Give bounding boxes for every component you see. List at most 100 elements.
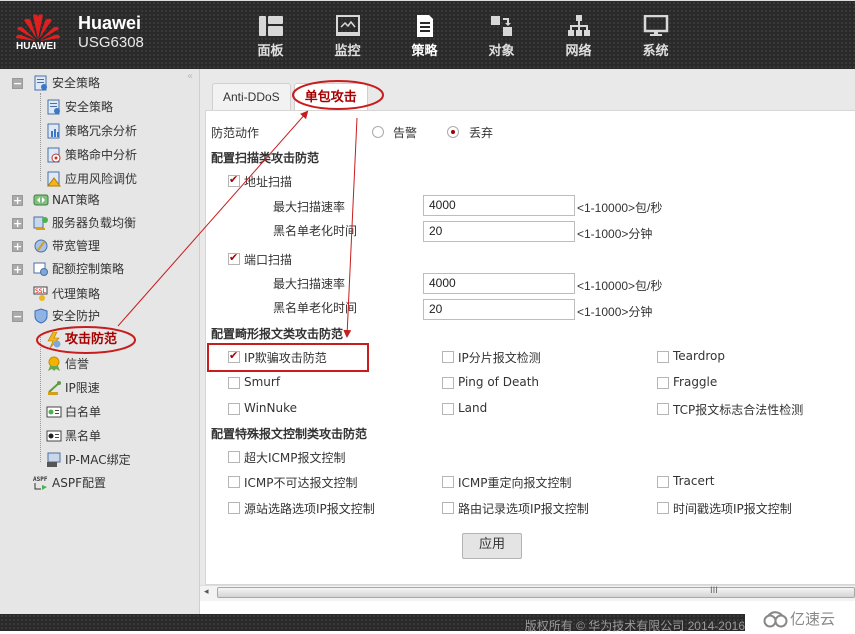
checkbox-icmp-redirect-label: ICMP重定向报文控制 [458, 476, 572, 490]
checkbox-ip-fragment[interactable] [442, 351, 454, 363]
apply-button[interactable]: 应用 [462, 533, 522, 559]
top-header: HUAWEI Huawei USG6308 面板 监控 策略 对象 网络 系统 [0, 0, 855, 69]
nav-object[interactable]: 对象 [463, 15, 540, 59]
sidebar-item-label: 策略命中分析 [65, 148, 138, 162]
sidebar-item-ip-mac-binding[interactable]: IP-MAC绑定 [46, 449, 131, 471]
radio-discard[interactable] [447, 126, 459, 138]
sidebar-item-blacklist[interactable]: 黑名单 [46, 425, 101, 447]
checkbox-teardrop-label: Teardrop [673, 349, 725, 363]
port-aging-input[interactable]: 20 [423, 299, 575, 320]
address-max-rate-range: <1-10000>包/秒 [577, 201, 663, 215]
sidebar-item-security-protection[interactable]: − 安全防护 [12, 305, 100, 327]
tab-anti-ddos[interactable]: Anti-DDoS [212, 83, 291, 110]
checkbox-tcp-flag-check[interactable] [657, 403, 669, 415]
nav-dashboard[interactable]: 面板 [232, 15, 309, 59]
checkbox-tracert-label: Tracert [673, 474, 715, 488]
address-max-rate-input[interactable]: 4000 [423, 195, 575, 216]
tab-single-packet-attack[interactable]: 单包攻击 [293, 83, 368, 110]
sidebar-item-label: ASPF配置 [52, 476, 106, 490]
collapse-icon[interactable]: − [12, 77, 23, 89]
address-aging-input[interactable]: 20 [423, 221, 575, 242]
checkbox-record-route[interactable] [442, 502, 454, 514]
sidebar-item-whitelist[interactable]: 白名单 [46, 401, 101, 423]
checkbox-fraggle[interactable] [657, 377, 669, 389]
nav-system[interactable]: 系统 [617, 15, 694, 59]
nav-network[interactable]: 网络 [540, 15, 617, 59]
policy-icon [33, 75, 49, 91]
checkbox-teardrop[interactable] [657, 351, 669, 363]
sidebar-item-label: 白名单 [65, 405, 102, 419]
collapse-icon[interactable]: − [12, 310, 23, 322]
checkbox-source-route-label: 源站选路选项IP报文控制 [244, 502, 375, 516]
sidebar-item-policy-hit[interactable]: 策略命中分析 [46, 144, 137, 166]
sidebar-tree: « − 安全策略 安全策略 策略冗余分析 策略命中分析 应用风险调优 + NAT… [0, 69, 200, 614]
sidebar-item-label: IP限速 [65, 381, 100, 395]
checkbox-ping-of-death[interactable] [442, 377, 454, 389]
checkbox-icmp-unreachable[interactable] [228, 476, 240, 488]
sidebar-item-attack-defense[interactable]: 攻击防范 [46, 329, 117, 351]
scrollbar-grip-icon: III [710, 586, 718, 596]
horizontal-scrollbar[interactable]: ◂ III [200, 585, 855, 601]
nav-monitor[interactable]: 监控 [309, 15, 386, 59]
address-scan-checkbox[interactable] [228, 173, 240, 187]
cloud-logo-icon [763, 610, 788, 627]
nav-policy[interactable]: 策略 [386, 15, 463, 59]
nat-icon [33, 192, 49, 208]
checkbox-land[interactable] [442, 403, 454, 415]
sidebar-item-proxy-policy[interactable]: SSL 代理策略 [33, 283, 100, 305]
port-aging-label: 黑名单老化时间 [273, 301, 358, 315]
checkbox-record-route-label: 路由记录选项IP报文控制 [458, 502, 589, 516]
bandwidth-icon [33, 238, 49, 254]
ip-mac-binding-icon [46, 452, 62, 468]
sidebar-item-aspf[interactable]: ASPF ASPF配置 [33, 472, 106, 494]
collapse-sidebar-button[interactable]: « [187, 71, 193, 82]
sidebar-item-reputation[interactable]: 信誉 [46, 353, 89, 375]
checkbox-tracert[interactable] [657, 476, 669, 488]
address-max-rate-label: 最大扫描速率 [273, 200, 346, 214]
sidebar-item-label: 代理策略 [52, 287, 101, 301]
brand-name: Huawei [78, 13, 142, 33]
checkbox-timestamp-label: 时间戳选项IP报文控制 [673, 502, 792, 516]
checkbox-smurf[interactable] [228, 377, 240, 389]
object-icon [490, 16, 512, 36]
sidebar-item-label: 应用风险调优 [65, 172, 138, 186]
checkbox-ip-spoofing[interactable] [228, 349, 240, 363]
dashboard-icon [258, 16, 283, 36]
port-scan-checkbox[interactable] [228, 251, 240, 265]
sidebar-item-nat-policy[interactable]: + NAT策略 [12, 189, 100, 211]
checkbox-fraggle-label: Fraggle [673, 375, 718, 389]
sidebar-item-quota[interactable]: + 配额控制策略 [12, 258, 124, 280]
checkbox-timestamp[interactable] [657, 502, 669, 514]
sidebar-item-label: NAT策略 [52, 193, 100, 207]
scrollbar-thumb[interactable]: III [217, 586, 855, 598]
checkbox-winnuke-label: WinNuke [244, 401, 298, 415]
device-model: USG6308 [78, 34, 144, 51]
malformed-section-heading: 配置畸形报文类攻击防范 [211, 327, 344, 341]
checkbox-winnuke[interactable] [228, 403, 240, 415]
scroll-left-arrow-icon[interactable]: ◂ [204, 587, 209, 597]
expand-icon[interactable]: + [12, 194, 23, 206]
system-icon [643, 15, 668, 36]
checkbox-icmp-redirect[interactable] [442, 476, 454, 488]
sidebar-item-security-policy-group[interactable]: − 安全策略 [12, 72, 100, 94]
checkbox-large-icmp[interactable] [228, 451, 240, 463]
copyright-text: 版权所有 © 华为技术有限公司 2014-2016 [524, 619, 745, 633]
sidebar-item-app-risk[interactable]: 应用风险调优 [46, 168, 137, 190]
radio-alert[interactable] [372, 126, 384, 138]
nav-policy-label: 策略 [411, 44, 438, 59]
special-section-heading: 配置特殊报文控制类攻击防范 [211, 427, 368, 441]
expand-icon[interactable]: + [12, 240, 23, 252]
expand-icon[interactable]: + [12, 263, 23, 275]
expand-icon[interactable]: + [12, 217, 23, 229]
sidebar-item-label: 黑名单 [65, 429, 102, 443]
sidebar-item-ip-rate-limit[interactable]: IP限速 [46, 377, 100, 399]
ssl-proxy-icon: SSL [33, 286, 49, 302]
checkbox-source-route[interactable] [228, 502, 240, 514]
port-max-rate-input[interactable]: 4000 [423, 273, 575, 294]
sidebar-item-label: 带宽管理 [52, 239, 101, 253]
sidebar-item-policy-redundancy[interactable]: 策略冗余分析 [46, 120, 137, 142]
sidebar-item-server-lb[interactable]: + 服务器负载均衡 [12, 212, 136, 234]
sidebar-item-bandwidth[interactable]: + 带宽管理 [12, 235, 100, 257]
sidebar-item-label: 配额控制策略 [52, 262, 125, 276]
sidebar-item-security-policy[interactable]: 安全策略 [46, 96, 113, 118]
